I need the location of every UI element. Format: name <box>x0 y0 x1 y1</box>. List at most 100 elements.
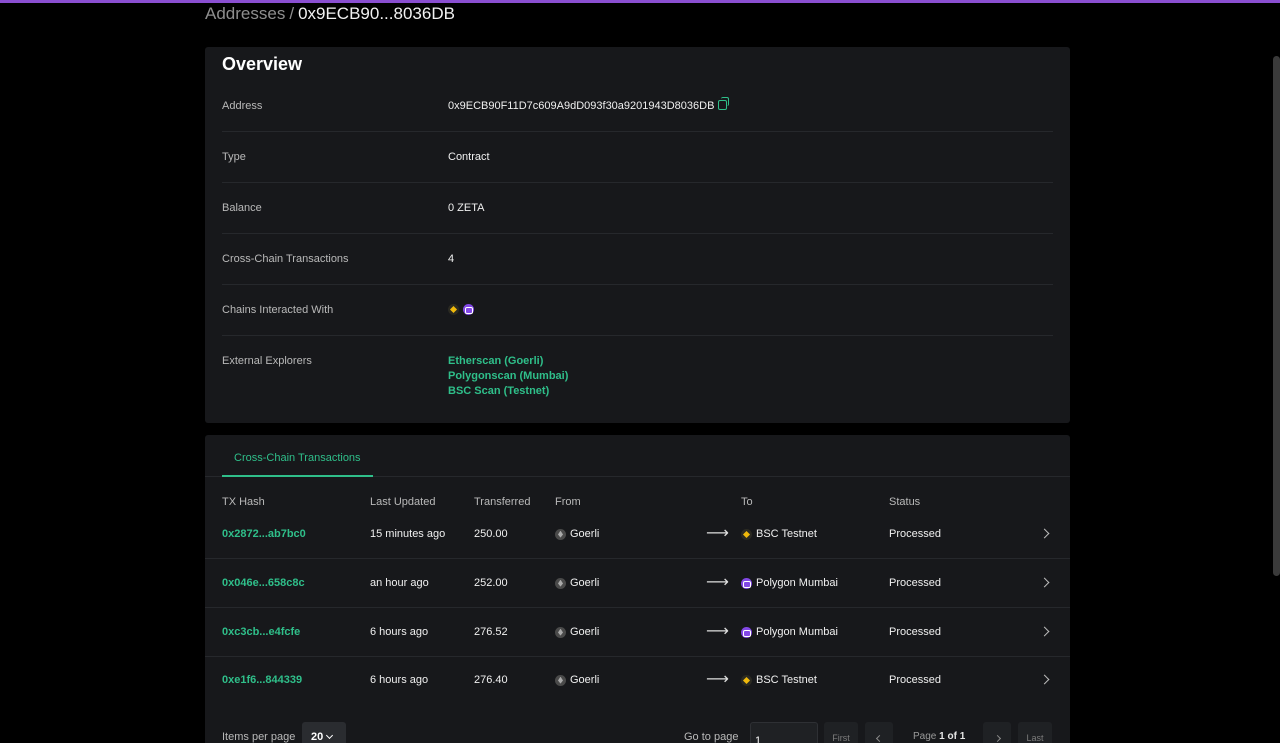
balance-label: Balance <box>222 202 262 214</box>
last-updated: 6 hours ago <box>370 626 429 638</box>
explorers-label: External Explorers <box>222 355 312 367</box>
col-header-last-updated: Last Updated <box>370 496 436 508</box>
cross-chain-label: Cross-Chain Transactions <box>222 253 349 265</box>
to-chain: BSC Testnet <box>741 510 817 558</box>
polygonscan-link[interactable]: Polygonscan (Mumbai) <box>448 369 568 384</box>
tx-hash-link[interactable]: 0x046e...658c8c <box>222 559 305 607</box>
to-chain-name: BSC Testnet <box>756 528 817 540</box>
transferred-amount: 250.00 <box>474 528 508 540</box>
items-per-page-label: Items per page <box>222 731 296 743</box>
address-value: 0x9ECB90F11D7c609A9dD093f30a9201943D8036… <box>448 100 715 112</box>
breadcrumb-separator: / <box>289 4 295 23</box>
next-page-button[interactable] <box>983 722 1011 743</box>
breadcrumb: Addresses/0x9ECB90...8036DB <box>205 3 455 25</box>
tab-bar: Cross-Chain Transactions <box>205 435 1070 477</box>
last-updated: 6 hours ago <box>370 674 429 686</box>
etherscan-link[interactable]: Etherscan (Goerli) <box>448 354 568 369</box>
ethereum-icon <box>555 528 566 540</box>
overview-row-cross-chain: Cross-Chain Transactions 4 <box>222 234 1053 285</box>
top-accent-bar <box>0 0 1280 3</box>
table-row[interactable]: 0x2872...ab7bc0 15 minutes ago 250.00 Go… <box>205 510 1070 559</box>
chevron-left-icon <box>875 734 883 743</box>
table-row[interactable]: 0x046e...658c8c an hour ago 252.00 Goerl… <box>205 559 1070 608</box>
overview-row-chains: Chains Interacted With <box>222 285 1053 336</box>
breadcrumb-current: 0x9ECB90...8036DB <box>298 4 455 23</box>
first-page-button[interactable]: First <box>824 722 858 743</box>
type-label: Type <box>222 151 246 163</box>
items-per-page-value: 20 <box>311 731 324 743</box>
from-chain-name: Goerli <box>570 674 600 686</box>
polygon-icon <box>741 577 752 589</box>
page-prefix: Page <box>913 731 937 742</box>
explorers-links: Etherscan (Goerli) Polygonscan (Mumbai) … <box>448 354 568 399</box>
arrow-right-icon: ⟶ <box>706 574 729 591</box>
from-chain-name: Goerli <box>570 626 600 638</box>
transferred-amount: 276.52 <box>474 626 508 638</box>
chains-label: Chains Interacted With <box>222 304 334 316</box>
table-row[interactable]: 0xe1f6...844339 6 hours ago 276.40 Goerl… <box>205 656 1070 705</box>
polygon-icon <box>463 303 474 315</box>
to-chain: Polygon Mumbai <box>741 608 838 656</box>
page-scrollbar[interactable] <box>1273 56 1280 576</box>
last-updated: an hour ago <box>370 577 429 589</box>
chevron-down-icon <box>326 731 334 740</box>
ethereum-icon <box>555 626 566 638</box>
from-chain: Goerli <box>555 656 599 704</box>
tx-hash-link[interactable]: 0x2872...ab7bc0 <box>222 510 306 558</box>
to-chain: BSC Testnet <box>741 656 817 704</box>
prev-page-button[interactable] <box>865 722 893 743</box>
overview-row-balance: Balance 0 ZETA <box>222 183 1053 234</box>
page-current: 1 of 1 <box>939 731 966 742</box>
tx-hash-link[interactable]: 0xc3cb...e4fcfe <box>222 608 300 656</box>
bnb-chain-icon <box>741 674 752 686</box>
chevron-right-icon[interactable] <box>1039 528 1050 539</box>
col-header-transferred: Transferred <box>474 496 531 508</box>
items-per-page-select[interactable]: 20 <box>302 722 346 743</box>
arrow-right-icon: ⟶ <box>706 623 729 640</box>
status-text: Processed <box>889 674 941 686</box>
col-header-from: From <box>555 496 581 508</box>
chevron-right-icon[interactable] <box>1039 674 1050 685</box>
address-value-wrap: 0x9ECB90F11D7c609A9dD093f30a9201943D8036… <box>448 97 730 112</box>
transactions-card: Cross-Chain Transactions TX Hash Last Up… <box>205 435 1070 743</box>
ethereum-icon <box>555 674 566 686</box>
chevron-right-icon[interactable] <box>1039 577 1050 588</box>
overview-row-type: Type Contract <box>222 132 1053 183</box>
chevron-right-icon[interactable] <box>1039 626 1050 637</box>
status-text: Processed <box>889 626 941 638</box>
transferred-amount: 252.00 <box>474 577 508 589</box>
ethereum-icon <box>555 577 566 589</box>
cross-chain-value: 4 <box>448 253 455 265</box>
go-to-page-label: Go to page <box>684 731 739 743</box>
breadcrumb-addresses-link[interactable]: Addresses <box>205 4 285 23</box>
bnb-chain-icon <box>741 528 752 540</box>
bnb-chain-icon <box>448 303 459 315</box>
last-page-button[interactable]: Last <box>1018 722 1052 743</box>
status-text: Processed <box>889 577 941 589</box>
to-chain-name: Polygon Mumbai <box>756 577 838 589</box>
to-chain-name: BSC Testnet <box>756 674 817 686</box>
polygon-icon <box>741 626 752 638</box>
status-text: Processed <box>889 528 941 540</box>
tab-cross-chain-transactions[interactable]: Cross-Chain Transactions <box>222 435 373 477</box>
overview-row-address: Address 0x9ECB90F11D7c609A9dD093f30a9201… <box>222 81 1053 132</box>
address-label: Address <box>222 100 263 112</box>
go-to-page-input[interactable] <box>750 722 818 743</box>
col-header-to: To <box>741 496 753 508</box>
from-chain: Goerli <box>555 559 599 607</box>
to-chain: Polygon Mumbai <box>741 559 838 607</box>
tx-hash-link[interactable]: 0xe1f6...844339 <box>222 656 302 704</box>
from-chain-name: Goerli <box>570 528 600 540</box>
col-header-tx-hash: TX Hash <box>222 496 265 508</box>
transferred-amount: 276.40 <box>474 674 508 686</box>
bscscan-link[interactable]: BSC Scan (Testnet) <box>448 384 568 399</box>
to-chain-name: Polygon Mumbai <box>756 626 838 638</box>
overview-row-explorers: External Explorers Etherscan (Goerli) Po… <box>222 336 1053 406</box>
overview-card: Overview Address 0x9ECB90F11D7c609A9dD09… <box>205 47 1070 423</box>
table-row[interactable]: 0xc3cb...e4fcfe 6 hours ago 276.52 Goerl… <box>205 608 1070 657</box>
copy-icon[interactable] <box>718 97 730 110</box>
from-chain: Goerli <box>555 608 599 656</box>
type-value: Contract <box>448 151 490 163</box>
chains-icons <box>448 303 478 315</box>
col-header-status: Status <box>889 496 921 508</box>
